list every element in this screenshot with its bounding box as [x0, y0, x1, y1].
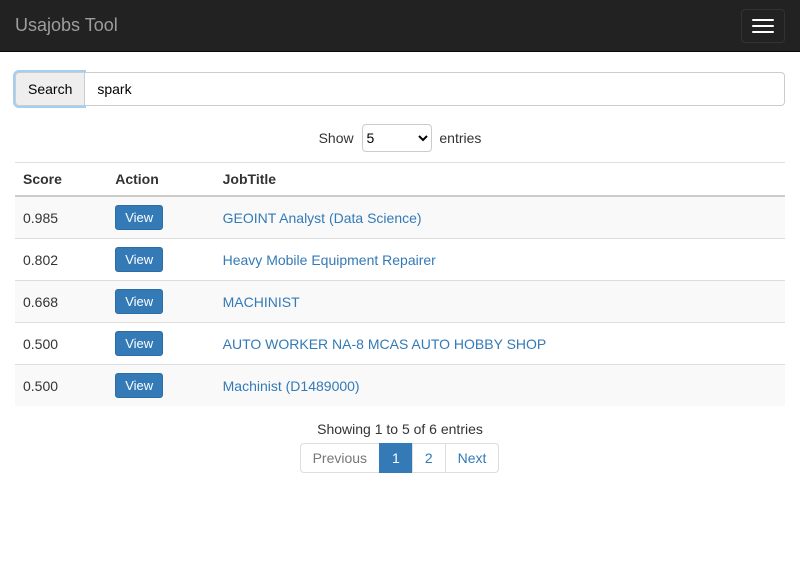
view-button[interactable]: View [115, 247, 163, 272]
job-title-link[interactable]: Heavy Mobile Equipment Repairer [223, 252, 436, 268]
cell-score: 0.802 [15, 239, 107, 281]
table-info: Showing 1 to 5 of 6 entries [15, 421, 785, 437]
cell-jobtitle: AUTO WORKER NA-8 MCAS AUTO HOBBY SHOP [215, 323, 785, 365]
search-input[interactable] [84, 72, 785, 106]
view-button[interactable]: View [115, 205, 163, 230]
navbar-brand[interactable]: Usajobs Tool [15, 0, 118, 51]
table-header-row: Score Action JobTitle [15, 163, 785, 197]
cell-score: 0.668 [15, 281, 107, 323]
length-control: Show 5 entries [15, 124, 785, 152]
hamburger-icon-bar [752, 25, 774, 27]
cell-jobtitle: GEOINT Analyst (Data Science) [215, 196, 785, 239]
length-prefix: Show [319, 130, 354, 146]
job-title-link[interactable]: MACHINIST [223, 294, 300, 310]
pagination-page-2[interactable]: 2 [412, 443, 446, 473]
view-button[interactable]: View [115, 331, 163, 356]
job-title-link[interactable]: Machinist (D1489000) [223, 378, 360, 394]
cell-action: View [107, 196, 214, 239]
cell-score: 0.500 [15, 365, 107, 407]
hamburger-icon-bar [752, 19, 774, 21]
cell-action: View [107, 281, 214, 323]
length-select[interactable]: 5 [362, 124, 432, 152]
cell-jobtitle: Machinist (D1489000) [215, 365, 785, 407]
cell-action: View [107, 323, 214, 365]
table-row: 0.985 View GEOINT Analyst (Data Science) [15, 196, 785, 239]
table-row: 0.668 View MACHINIST [15, 281, 785, 323]
table-row: 0.802 View Heavy Mobile Equipment Repairer [15, 239, 785, 281]
pagination: Previous 1 2 Next [15, 443, 785, 473]
cell-action: View [107, 239, 214, 281]
pagination-next[interactable]: Next [445, 443, 500, 473]
hamburger-icon-bar [752, 31, 774, 33]
cell-jobtitle: Heavy Mobile Equipment Repairer [215, 239, 785, 281]
col-header-jobtitle[interactable]: JobTitle [215, 163, 785, 197]
col-header-score[interactable]: Score [15, 163, 107, 197]
cell-action: View [107, 365, 214, 407]
view-button[interactable]: View [115, 373, 163, 398]
pagination-page-1[interactable]: 1 [379, 443, 413, 473]
main-container: Search Show 5 entries Score Action JobTi… [0, 72, 800, 473]
search-button[interactable]: Search [15, 72, 84, 106]
table-row: 0.500 View Machinist (D1489000) [15, 365, 785, 407]
cell-score: 0.985 [15, 196, 107, 239]
pagination-previous[interactable]: Previous [300, 443, 380, 473]
col-header-action[interactable]: Action [107, 163, 214, 197]
table-row: 0.500 View AUTO WORKER NA-8 MCAS AUTO HOBB… [15, 323, 785, 365]
view-button[interactable]: View [115, 289, 163, 314]
search-input-group: Search [15, 72, 785, 106]
navbar-toggle-button[interactable] [741, 9, 785, 43]
job-title-link[interactable]: AUTO WORKER NA-8 MCAS AUTO HOBBY SHOP [223, 336, 547, 352]
cell-score: 0.500 [15, 323, 107, 365]
navbar: Usajobs Tool [0, 0, 800, 52]
cell-jobtitle: MACHINIST [215, 281, 785, 323]
length-suffix: entries [439, 130, 481, 146]
job-title-link[interactable]: GEOINT Analyst (Data Science) [223, 210, 422, 226]
results-table: Score Action JobTitle 0.985 View GEOINT An… [15, 162, 785, 406]
